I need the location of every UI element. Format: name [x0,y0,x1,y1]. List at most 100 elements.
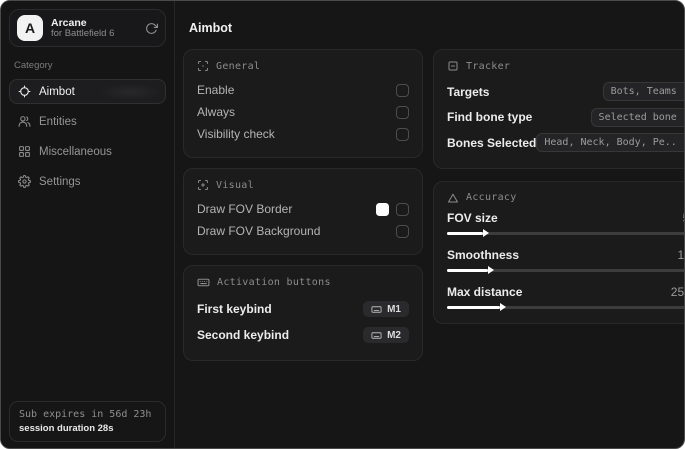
select-value: Head, Neck, Body, Pe.. [544,137,677,149]
app-logo: A [17,15,43,41]
sub-expiry-text: Sub expires in 56d 23h [19,409,152,420]
slider-fill [447,231,483,235]
card-accuracy: Accuracy FOV size 50° Smoothness [433,180,685,324]
main-panel: Aimbot General Enable Always Visibility … [175,1,685,448]
card-tracker: Tracker Targets Bots, Teams Find bone ty… [433,49,684,169]
card-accuracy-header: Accuracy [447,192,684,204]
sidebar-item-settings[interactable]: Settings [9,169,166,194]
draw-fov-background-checkbox[interactable] [396,224,409,238]
card-title: Accuracy [466,192,517,203]
select-label: Find bone type [447,110,533,125]
card-columns: General Enable Always Visibility check V… [183,49,685,371]
category-label: Category [14,60,53,71]
subscription-card: Sub expires in 56d 23h session duration … [9,401,166,442]
sidebar-item-aimbot[interactable]: Aimbot [9,79,166,104]
slider-label: FOV size [447,210,498,225]
toggle-label: Draw FOV Background [197,224,321,238]
card-visual: Visual Draw FOV Border Draw FOV Backgrou… [183,168,423,255]
bones-selected-select[interactable]: Head, Neck, Body, Pe.. [536,133,684,153]
toggle-label: Always [197,105,236,119]
smoothness-slider[interactable] [447,268,684,272]
users-icon [18,115,31,128]
select-row-find-bone-type: Find bone type Selected bone [447,105,684,131]
toggle-label: Enable [197,83,235,97]
app-name: Arcane [51,16,87,29]
sidebar-item-entities[interactable]: Entities [9,109,166,134]
toggle-label: Draw FOV Border [197,202,293,216]
crosshair-icon [18,85,31,98]
find-bone-type-select[interactable]: Selected bone [590,107,684,127]
sidebar-item-label: Entities [39,115,77,128]
select-label: Bones Selected [447,135,537,150]
app-subtitle: for Battlefield 6 [51,27,115,39]
session-duration-text: session duration 28s [19,423,114,434]
keyboard-icon [371,330,382,341]
enable-checkbox[interactable] [396,83,409,97]
keybind-label: Second keybind [197,328,290,342]
slider-head: Smoothness 15.0 [447,247,685,262]
select-value: Selected bone [598,111,677,123]
keyboard-icon [197,276,210,289]
right-column: Tracker Targets Bots, Teams Find bone ty… [433,49,685,371]
always-checkbox[interactable] [396,105,409,119]
toggle-row-always: Always [197,101,409,123]
card-title: General [216,60,261,72]
scan-icon [197,60,209,72]
keybind-value: M2 [387,329,401,341]
toggle-label: Visibility check [197,127,275,141]
page-title: Aimbot [189,21,233,35]
keyboard-icon [371,304,382,315]
fov-icon [197,179,209,191]
toggle-row-draw-fov-border: Draw FOV Border [197,198,409,220]
slider-fill [447,305,501,309]
card-activation-buttons: Activation buttons First keybind M1 Seco… [183,265,423,361]
brand-card: A Arcane for Battlefield 6 [9,9,166,47]
draw-fov-border-checkbox[interactable] [396,202,409,216]
toggle-row-draw-fov-background: Draw FOV Background [197,220,409,242]
fov-size-slider[interactable] [447,231,684,235]
slider-block-fov-size: FOV size 50° [447,210,684,235]
first-keybind-button[interactable]: M1 [363,301,409,317]
visibility-check-checkbox[interactable] [396,127,409,141]
card-tracker-header: Tracker [447,60,684,72]
sidebar-nav: Aimbot Entities Miscellaneous Settings [9,79,166,194]
keybind-value: M1 [387,303,401,315]
square-minus-icon [447,60,459,72]
select-value: Bots, Teams [610,86,677,98]
app-window: A Arcane for Battlefield 6 Category Aimb… [0,0,685,449]
sidebar-item-label: Miscellaneous [39,145,112,158]
card-activation-header: Activation buttons [197,276,409,289]
select-row-targets: Targets Bots, Teams [447,79,684,105]
slider-head: FOV size 50° [447,210,684,225]
card-title: Tracker [466,60,511,72]
second-keybind-button[interactable]: M2 [363,327,409,343]
gear-icon [18,175,31,188]
card-general: General Enable Always Visibility check [183,49,423,158]
slider-label: Smoothness [447,247,520,262]
card-title: Activation buttons [217,277,331,288]
sidebar-item-miscellaneous[interactable]: Miscellaneous [9,139,166,164]
keybind-label: First keybind [197,302,272,316]
logo-letter: A [24,20,36,36]
sidebar: A Arcane for Battlefield 6 Category Aimb… [1,1,175,448]
slider-fill [447,268,488,272]
sidebar-item-label: Aimbot [39,85,75,98]
card-visual-header: Visual [197,179,409,191]
slider-block-smoothness: Smoothness 15.0 [447,247,685,272]
select-row-bones-selected: Bones Selected Head, Neck, Body, Pe.. [447,130,684,156]
keybind-row-first: First keybind M1 [197,296,409,322]
slider-value: 15.0 [677,247,685,262]
fov-border-color-swatch[interactable] [376,202,389,216]
slider-block-max-distance: Max distance 250m [447,284,684,309]
keybind-row-second: Second keybind M2 [197,322,409,348]
grid-icon [18,145,31,158]
slider-label: Max distance [447,284,523,299]
card-title: Visual [216,179,254,191]
targets-select[interactable]: Bots, Teams [602,82,684,102]
select-label: Targets [447,84,490,99]
toggle-row-visibility-check: Visibility check [197,123,409,145]
refresh-icon[interactable] [145,22,158,35]
max-distance-slider[interactable] [447,305,684,309]
brand-text: Arcane for Battlefield 6 [51,17,137,40]
slider-head: Max distance 250m [447,284,684,299]
